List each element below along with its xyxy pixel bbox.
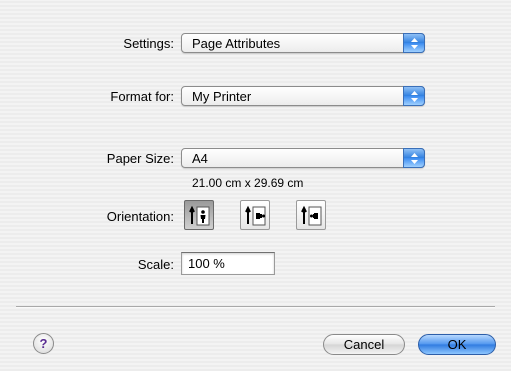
format-for-popup-value: My Printer <box>192 89 252 104</box>
popup-arrows-icon <box>403 33 425 53</box>
portrait-orientation-icon <box>189 205 210 226</box>
settings-popup[interactable]: Page Attributes <box>181 33 425 53</box>
settings-label: Settings: <box>123 36 174 51</box>
paper-size-popup[interactable]: A4 <box>181 148 425 168</box>
settings-popup-value: Page Attributes <box>192 36 281 51</box>
orientation-label: Orientation: <box>106 209 174 224</box>
paper-size-popup-value: A4 <box>192 151 208 166</box>
format-for-label: Format for: <box>110 89 174 104</box>
scale-input[interactable] <box>181 252 275 275</box>
landscape-right-orientation-icon <box>301 205 322 226</box>
orientation-landscape-left-button[interactable] <box>240 200 270 230</box>
popup-arrows-icon <box>403 86 425 106</box>
paper-size-label: Paper Size: <box>106 151 174 166</box>
orientation-portrait-button[interactable] <box>184 200 214 230</box>
popup-arrows-icon <box>403 148 425 168</box>
ok-button[interactable]: OK <box>418 334 496 355</box>
format-for-popup[interactable]: My Printer <box>181 86 425 106</box>
divider <box>16 306 495 308</box>
help-button[interactable]: ? <box>33 333 54 354</box>
orientation-landscape-right-button[interactable] <box>296 200 326 230</box>
help-icon: ? <box>39 336 48 351</box>
landscape-left-orientation-icon <box>245 205 266 226</box>
cancel-button[interactable]: Cancel <box>323 334 405 355</box>
paper-dimensions: 21.00 cm x 29.69 cm <box>192 176 304 190</box>
scale-label: Scale: <box>137 257 174 272</box>
